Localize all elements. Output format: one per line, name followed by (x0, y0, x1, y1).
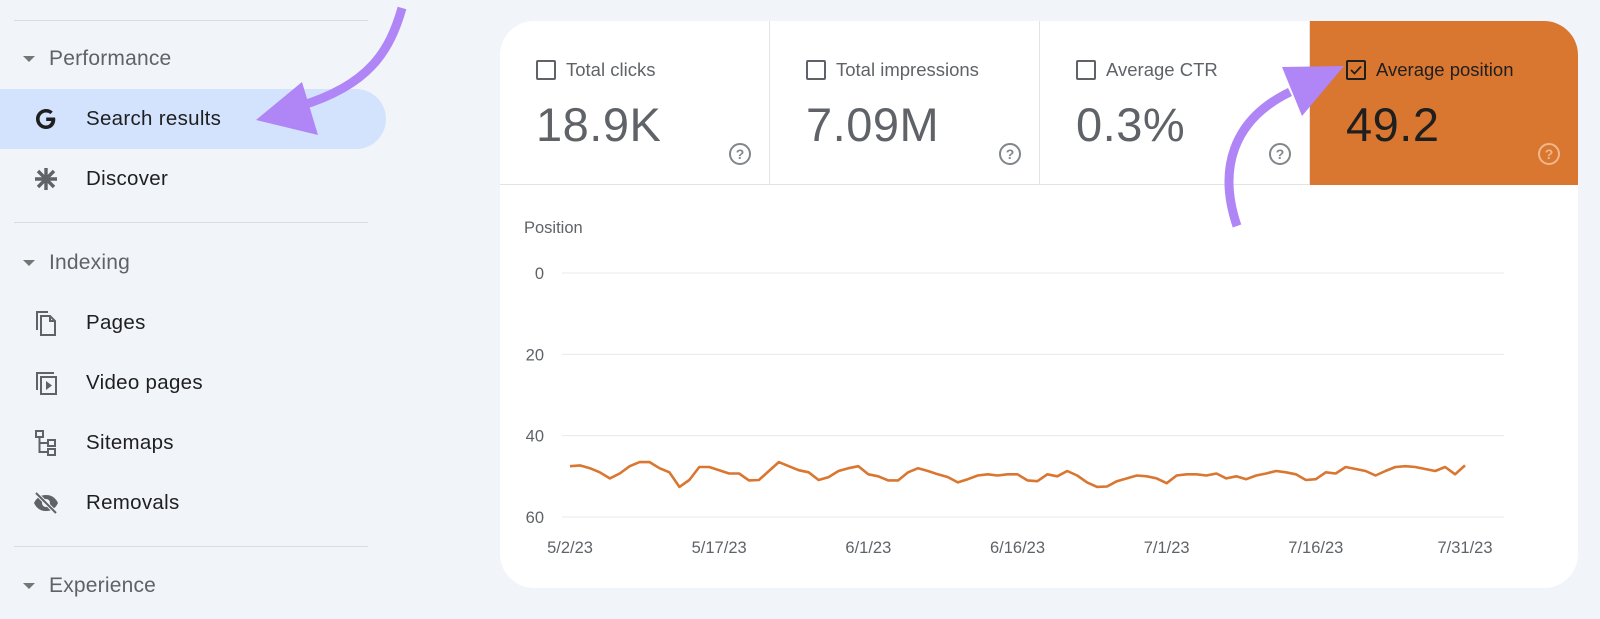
caret-down-icon (23, 260, 35, 266)
x-tick-label: 7/31/23 (1437, 539, 1492, 557)
metric-header: Total impressions (806, 59, 979, 81)
metric-total-impressions[interactable]: Total impressions 7.09M ? (770, 21, 1040, 185)
help-icon[interactable]: ? (1269, 143, 1291, 165)
metric-value: 49.2 (1346, 98, 1440, 151)
performance-card: Total clicks 18.9K ? Total impressions 7… (500, 21, 1578, 588)
metric-value: 0.3% (1076, 98, 1186, 151)
y-tick-label: 60 (526, 509, 544, 527)
metric-title: Total impressions (836, 59, 979, 80)
section-label: Indexing (49, 251, 130, 274)
x-tick-label: 7/1/23 (1144, 539, 1190, 557)
y-tick-labels: 0 20 40 60 (526, 265, 544, 527)
metric-title: Average CTR (1106, 59, 1218, 80)
asterisk-icon (32, 165, 60, 193)
y-tick-label: 20 (526, 346, 544, 364)
metric-total-clicks[interactable]: Total clicks 18.9K ? (500, 21, 770, 185)
sidebar-item-video-pages[interactable]: Video pages (0, 353, 386, 413)
help-icon[interactable]: ? (1538, 143, 1560, 165)
section-indexing[interactable]: Indexing (0, 243, 130, 283)
section-performance[interactable]: Performance (0, 39, 171, 79)
nav-label: Sitemaps (86, 431, 174, 454)
checkmark-icon (1350, 65, 1362, 75)
metric-average-ctr[interactable]: Average CTR 0.3% ? (1040, 21, 1310, 185)
metric-tabs: Total clicks 18.9K ? Total impressions 7… (500, 21, 1578, 185)
x-tick-label: 6/16/23 (990, 539, 1045, 557)
y-axis-label: Position (524, 219, 583, 237)
video-pages-icon (32, 369, 60, 397)
sidebar-item-pages[interactable]: Pages (0, 293, 386, 353)
y-tick-label: 40 (526, 428, 544, 446)
x-tick-label: 5/2/23 (547, 539, 593, 557)
x-tick-label: 6/1/23 (845, 539, 891, 557)
metric-header: Average position (1346, 59, 1513, 81)
help-icon[interactable]: ? (999, 143, 1021, 165)
metric-value: 18.9K (536, 98, 662, 151)
sidebar: Performance Search results Discover Inde… (0, 0, 400, 619)
x-tick-labels: 5/2/23 5/17/23 6/1/23 6/16/23 7/1/23 7/16/23 7… (547, 539, 1492, 557)
sitemap-icon (32, 429, 60, 457)
sidebar-item-discover[interactable]: Discover (0, 149, 386, 209)
line-chart: Position 0 20 40 60 5/2/23 5/17/23 6/1/23 6/16… (524, 219, 1504, 557)
metric-title: Average position (1376, 59, 1514, 80)
sidebar-item-removals[interactable]: Removals (0, 473, 386, 533)
sidebar-item-sitemaps[interactable]: Sitemaps (0, 413, 386, 473)
google-g-icon (32, 105, 60, 133)
metric-checkbox-checked[interactable] (1346, 60, 1366, 80)
sidebar-divider (14, 20, 368, 21)
nav-label: Removals (86, 491, 180, 514)
pages-icon (32, 309, 60, 337)
position-chart: Position 0 20 40 60 5/2/23 5/17/23 6/1/23 6/16… (500, 186, 1578, 586)
metric-checkbox[interactable] (806, 60, 826, 80)
section-experience[interactable]: Experience (0, 566, 156, 606)
x-tick-label: 5/17/23 (692, 539, 747, 557)
x-tick-label: 7/16/23 (1288, 539, 1343, 557)
caret-down-icon (23, 56, 35, 62)
metric-average-position[interactable]: Average position 49.2 ? (1310, 21, 1578, 185)
metric-checkbox[interactable] (1076, 60, 1096, 80)
series-line-average-position (569, 460, 1466, 489)
section-label: Experience (49, 574, 157, 597)
metric-title: Total clicks (566, 59, 656, 80)
y-tick-label: 0 (535, 265, 544, 283)
metric-checkbox[interactable] (536, 60, 556, 80)
section-label: Performance (49, 47, 172, 70)
sidebar-divider (14, 546, 368, 547)
metric-header: Total clicks (536, 59, 655, 81)
metric-header: Average CTR (1076, 59, 1218, 81)
nav-label: Search results (86, 107, 222, 130)
nav-label: Video pages (86, 371, 203, 394)
eye-off-icon (32, 489, 60, 517)
sidebar-item-search-results[interactable]: Search results (0, 89, 386, 149)
caret-down-icon (23, 583, 35, 589)
sidebar-divider (14, 222, 368, 223)
nav-label: Discover (86, 167, 169, 190)
nav-label: Pages (86, 311, 146, 334)
metric-value: 7.09M (806, 98, 940, 151)
help-icon[interactable]: ? (729, 143, 751, 165)
